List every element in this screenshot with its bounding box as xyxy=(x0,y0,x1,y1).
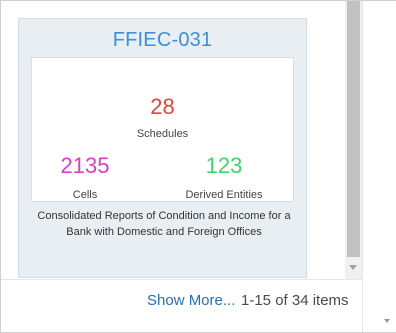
scrollbar-thumb[interactable] xyxy=(347,1,360,257)
schedules-label: Schedules xyxy=(136,128,189,140)
derived-entities-label: Derived Entities xyxy=(185,189,263,201)
schedules-count: 28 xyxy=(150,94,175,119)
show-more-link[interactable]: Show More... xyxy=(147,292,235,309)
derived-entities-count: 123 xyxy=(205,153,243,178)
pagination-footer: Show More... 1-15 of 34 items xyxy=(1,292,362,312)
cells-label: Cells xyxy=(72,189,98,201)
scroll-down-arrow-icon[interactable] xyxy=(349,265,357,270)
footer-divider xyxy=(1,279,362,280)
card-list: FFIEC-031 28 Schedules 2135 Cells 123 De… xyxy=(1,1,345,279)
panel-frame: FFIEC-031 28 Schedules 2135 Cells 123 De… xyxy=(0,0,396,333)
card-title[interactable]: FFIEC-031 xyxy=(19,29,306,52)
scroll-down-arrow-icon[interactable] xyxy=(384,319,390,323)
card-description: Consolidated Reports of Condition and In… xyxy=(37,210,291,238)
item-range-text: 1-15 of 34 items xyxy=(241,292,349,309)
stats-box: 28 Schedules 2135 Cells 123 Derived Enti… xyxy=(31,57,294,202)
cells-count: 2135 xyxy=(60,153,110,178)
vertical-scrollbar[interactable] xyxy=(345,1,362,279)
report-card[interactable]: FFIEC-031 28 Schedules 2135 Cells 123 De… xyxy=(18,18,307,278)
right-pane xyxy=(362,1,396,332)
